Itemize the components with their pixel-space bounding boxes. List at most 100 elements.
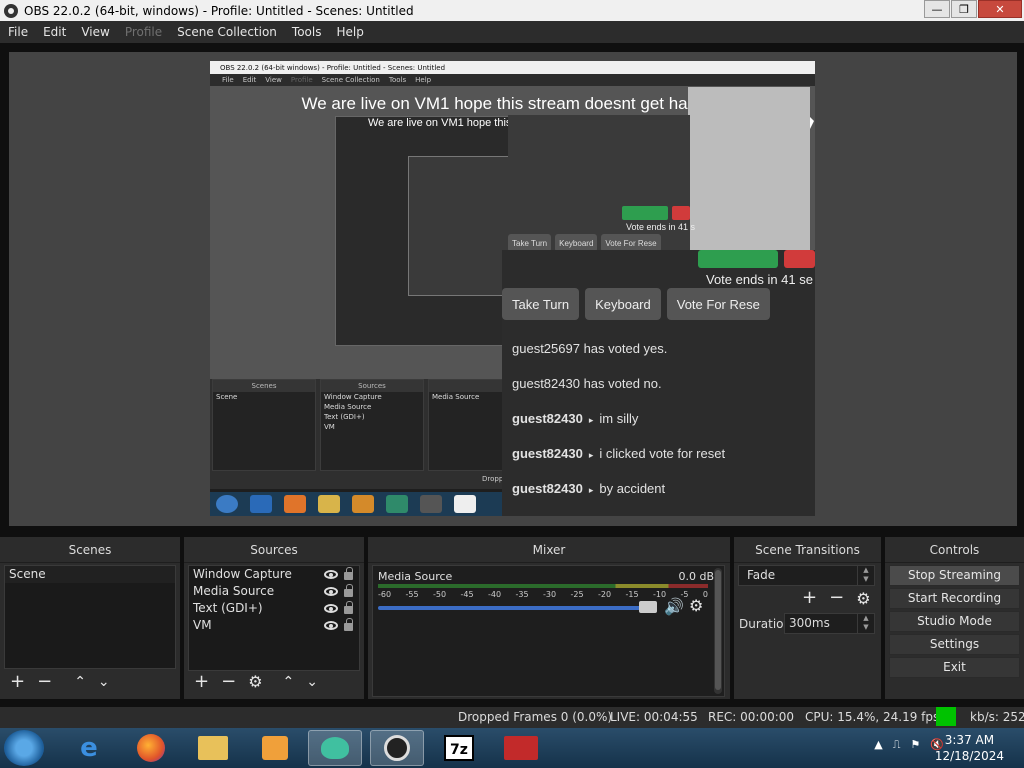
speaker-icon[interactable]: 🔊 bbox=[664, 597, 684, 616]
transition-gear-icon[interactable]: ⚙ bbox=[856, 589, 870, 608]
preview-menu-item: Help bbox=[415, 76, 432, 84]
add-transition-icon[interactable]: + bbox=[802, 589, 817, 608]
sources-list[interactable]: Window Capture Media Source Text (GDI+) … bbox=[188, 565, 360, 671]
close-button[interactable]: ✕ bbox=[978, 0, 1022, 18]
source-item[interactable]: Media Source bbox=[189, 583, 359, 600]
source-item[interactable]: Window Capture bbox=[189, 566, 359, 583]
visibility-eye-icon[interactable] bbox=[324, 570, 338, 579]
remove-transition-icon[interactable]: − bbox=[829, 589, 844, 608]
visibility-eye-icon[interactable] bbox=[324, 604, 338, 613]
chat-message: guest25697 has voted yes. bbox=[512, 341, 668, 356]
clock[interactable]: 3:37 AM 12/18/2024 bbox=[935, 732, 1004, 764]
mixer-scrollbar[interactable] bbox=[714, 568, 722, 694]
preview-menu-item: Edit bbox=[242, 76, 257, 84]
transitions-toolbar: + − ⚙ bbox=[802, 589, 871, 609]
preview-inner-sources-header: Sources bbox=[321, 380, 423, 392]
tick-label: -25 bbox=[570, 590, 584, 599]
preview-inner-mixer-header bbox=[429, 380, 507, 392]
menu-help[interactable]: Help bbox=[336, 25, 363, 39]
minimize-button[interactable]: — bbox=[924, 0, 950, 18]
source-properties-gear-icon[interactable]: ⚙ bbox=[248, 672, 262, 691]
preview-start-icon bbox=[216, 495, 238, 513]
menu-file[interactable]: File bbox=[8, 25, 28, 39]
preview-media-icon bbox=[352, 495, 374, 513]
chat-message: guest82430 ▸ i clicked vote for reset bbox=[512, 446, 726, 461]
lock-icon[interactable] bbox=[344, 618, 353, 631]
tray-expand-icon[interactable]: ▲ bbox=[874, 738, 882, 752]
network-icon[interactable]: ⎍ bbox=[893, 738, 901, 752]
add-source-icon[interactable]: + bbox=[194, 672, 209, 691]
add-scene-icon[interactable]: + bbox=[10, 673, 25, 691]
flag-icon[interactable]: ⚑ bbox=[910, 738, 920, 752]
studio-mode-button[interactable]: Studio Mode bbox=[889, 611, 1020, 632]
start-icon[interactable] bbox=[4, 730, 44, 766]
mixer-gear-icon[interactable]: ⚙ bbox=[689, 596, 703, 615]
menu-view[interactable]: View bbox=[81, 25, 109, 39]
menu-profile[interactable]: Profile bbox=[125, 25, 162, 39]
lock-icon[interactable] bbox=[344, 601, 353, 614]
statusbar: Dropped Frames 0 (0.0%) LIVE: 00:04:55 R… bbox=[0, 707, 1024, 728]
menu-scene-collection[interactable]: Scene Collection bbox=[177, 25, 277, 39]
lock-icon[interactable] bbox=[344, 567, 353, 580]
7zip-icon[interactable]: 7z bbox=[432, 730, 486, 766]
tick-label: -55 bbox=[405, 590, 419, 599]
vote-buttons: Take Turn Keyboard Vote For Rese bbox=[502, 288, 770, 320]
window-controls: — ❐ ✕ bbox=[923, 0, 1022, 18]
duration-input[interactable]: 300ms ▲ ▼ bbox=[784, 613, 875, 634]
preview-firefox-icon bbox=[284, 495, 306, 513]
preview-inner-source-item: VM bbox=[324, 423, 335, 431]
obs-icon[interactable] bbox=[370, 730, 424, 766]
move-up-icon[interactable]: ⌃ bbox=[283, 673, 295, 691]
exit-button[interactable]: Exit bbox=[889, 657, 1020, 678]
overlay-yes-button-small bbox=[622, 206, 668, 220]
mouse-cursor-icon bbox=[810, 117, 814, 129]
chat-overlay: Vote ends in 41 se Take Turn Keyboard Vo… bbox=[502, 250, 815, 516]
live-time: LIVE: 00:04:55 bbox=[610, 710, 698, 724]
cloud-app-icon[interactable] bbox=[308, 730, 362, 766]
preview-inner-scenes-dock: Scenes Scene bbox=[212, 379, 316, 471]
stop-streaming-button[interactable]: Stop Streaming bbox=[889, 565, 1020, 586]
volume-slider[interactable] bbox=[378, 606, 653, 610]
move-down-icon[interactable]: ⌄ bbox=[306, 673, 318, 691]
scenes-list[interactable]: Scene bbox=[4, 565, 176, 669]
menu-tools[interactable]: Tools bbox=[292, 25, 322, 39]
scene-item[interactable]: Scene bbox=[5, 566, 175, 583]
source-item[interactable]: VM bbox=[189, 617, 359, 634]
media-player-icon[interactable] bbox=[248, 730, 302, 766]
preview-menu-item: Scene Collection bbox=[321, 76, 380, 84]
move-up-icon[interactable]: ⌃ bbox=[74, 673, 86, 691]
source-item[interactable]: Text (GDI+) bbox=[189, 600, 359, 617]
firefox-icon[interactable] bbox=[124, 730, 178, 766]
chat-messages: guest25697 has voted yes. guest82430 has… bbox=[512, 338, 725, 513]
remove-source-icon[interactable]: − bbox=[221, 672, 236, 691]
ie-icon[interactable]: e bbox=[62, 730, 116, 766]
start-recording-button[interactable]: Start Recording bbox=[889, 588, 1020, 609]
overlay-no-button-small bbox=[672, 206, 690, 220]
duration-spinner-icon[interactable]: ▲ ▼ bbox=[857, 614, 874, 633]
controls-dock: Controls Stop Streaming Start Recording … bbox=[885, 537, 1024, 699]
source-label: Window Capture bbox=[193, 567, 292, 581]
overlay-vote-ends-small: Vote ends in 41 s bbox=[626, 222, 696, 232]
transition-select[interactable]: Fade ▲ ▼ bbox=[738, 565, 875, 586]
menu-edit[interactable]: Edit bbox=[43, 25, 66, 39]
visibility-eye-icon[interactable] bbox=[324, 587, 338, 596]
preview-obs-icon bbox=[420, 495, 442, 513]
visibility-eye-icon[interactable] bbox=[324, 621, 338, 630]
toolbox-icon[interactable] bbox=[494, 730, 548, 766]
preview-inner-scene-item: Scene bbox=[216, 393, 238, 401]
settings-button[interactable]: Settings bbox=[889, 634, 1020, 655]
docks: Scenes Scene + − ⌃ ⌄ Sources Window Capt… bbox=[0, 537, 1024, 707]
lock-icon[interactable] bbox=[344, 584, 353, 597]
vote-no-button bbox=[784, 250, 815, 268]
source-label: Media Source bbox=[193, 584, 275, 598]
tick-label: -60 bbox=[378, 590, 392, 599]
maximize-button[interactable]: ❐ bbox=[951, 0, 977, 18]
remove-scene-icon[interactable]: − bbox=[37, 673, 52, 691]
chat-user: guest82430 bbox=[512, 411, 583, 426]
volume-slider-handle[interactable] bbox=[639, 601, 657, 613]
preview-menu-item: File bbox=[222, 76, 234, 84]
select-chevron-icon[interactable]: ▲ ▼ bbox=[857, 566, 874, 585]
mixer-dock: Mixer Media Source 0.0 dB -60 -55 -50 -4… bbox=[368, 537, 730, 699]
explorer-icon[interactable] bbox=[186, 730, 240, 766]
move-down-icon[interactable]: ⌄ bbox=[98, 673, 110, 691]
